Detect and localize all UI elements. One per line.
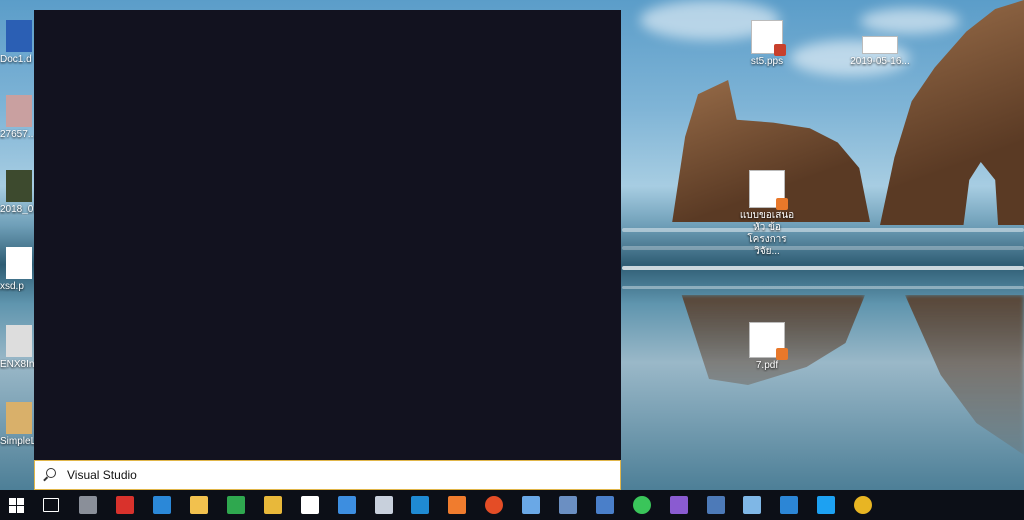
taskbar xyxy=(0,490,1024,520)
taskbar-app-12[interactable] xyxy=(476,490,513,520)
image-icon xyxy=(6,95,32,127)
taskbar-app-10[interactable] xyxy=(402,490,439,520)
desktop-icon-left-1[interactable]: 27657... xyxy=(0,95,34,140)
taskbar-app-22[interactable] xyxy=(845,490,882,520)
taskbar-app-3[interactable] xyxy=(144,490,181,520)
visual-studio-icon xyxy=(669,496,688,514)
xampp-icon xyxy=(448,496,467,514)
desktop-icon-left-0[interactable]: Doc1.d xyxy=(0,20,34,65)
taskbar-app-15[interactable] xyxy=(586,490,623,520)
desktop-icon-label: xsd.p xyxy=(0,281,24,292)
store-icon xyxy=(153,496,172,514)
installer-icon xyxy=(6,325,32,357)
powerpoint-show-icon xyxy=(751,20,786,56)
taskbar-app-5[interactable] xyxy=(218,490,255,520)
desktop-icon-left-5[interactable]: SimpleL xyxy=(0,402,34,447)
desktop-icon-7pdf[interactable]: 7.pdf xyxy=(735,322,799,372)
wave xyxy=(622,246,1024,250)
taskbar-app-21[interactable] xyxy=(808,490,845,520)
desktop-icon-left-3[interactable]: xsd.p xyxy=(0,247,34,292)
twitter-icon xyxy=(817,496,836,514)
desktop-icon-label: 27657... xyxy=(0,129,34,140)
xsd-file-icon xyxy=(6,247,32,279)
desktop-icon-label: SimpleL xyxy=(0,436,34,447)
taskbar-app-7[interactable] xyxy=(291,490,328,520)
taskbar-app-11[interactable] xyxy=(439,490,476,520)
wave xyxy=(622,228,1024,232)
taskbar-app-6[interactable] xyxy=(254,490,291,520)
badge xyxy=(776,348,788,360)
desktop-icon-thai-doc[interactable]: แบบขอเสนอหัว ข้อโครงการวิจัย... xyxy=(735,170,799,258)
start-menu-panel xyxy=(34,10,621,460)
desktop-icon-left-4[interactable]: ENX8Ins xyxy=(0,325,34,370)
app-icon xyxy=(6,402,32,434)
cloud xyxy=(860,8,960,34)
desktop-icon-label: 7.pdf xyxy=(755,360,779,371)
wave xyxy=(622,286,1024,289)
gray-app-icon xyxy=(79,496,98,514)
desktop-icon-2019[interactable]: 2019-05-16... xyxy=(848,36,912,68)
pdf-document-icon xyxy=(749,170,788,210)
start-button[interactable] xyxy=(0,490,32,520)
search-icon xyxy=(43,468,57,482)
desktop-icon-label: แบบขอเสนอหัว ข้อโครงการวิจัย... xyxy=(739,210,795,257)
document-icon xyxy=(300,496,319,514)
taskbar-app-1[interactable] xyxy=(70,490,107,520)
desktop-icon-label: 2018_01 xyxy=(0,204,34,215)
desktop-icon-left-2[interactable]: 2018_01 xyxy=(0,170,34,215)
taskbar-app-9[interactable] xyxy=(365,490,402,520)
task-view-icon xyxy=(43,498,59,512)
acrobat-icon xyxy=(116,496,135,514)
chrome-icon xyxy=(854,496,873,514)
taskbar-app-20[interactable] xyxy=(771,490,808,520)
taskbar-app-4[interactable] xyxy=(181,490,218,520)
file-icon xyxy=(862,36,898,54)
desktop-icon-label: st5.pps xyxy=(750,56,784,67)
badge xyxy=(776,198,788,210)
tool-icon xyxy=(706,496,725,514)
line-chat-icon xyxy=(632,496,651,514)
desktop-icon-label: ENX8Ins xyxy=(0,359,34,370)
desktop-icon-st5[interactable]: st5.pps xyxy=(735,20,799,68)
rock-reflection-right xyxy=(905,295,1024,455)
paint-icon xyxy=(263,496,282,514)
image-icon xyxy=(6,170,32,202)
remote-desktop-icon xyxy=(595,496,614,514)
taskbar-app-2[interactable] xyxy=(107,490,144,520)
search-input[interactable] xyxy=(65,467,589,483)
todo-check-icon xyxy=(337,496,356,514)
taskbar-app-16[interactable] xyxy=(623,490,660,520)
edge-icon xyxy=(780,496,799,514)
desktop-icon-label: Doc1.d xyxy=(0,54,32,65)
taskbar-app-8[interactable] xyxy=(328,490,365,520)
taskbar-app-18[interactable] xyxy=(697,490,734,520)
task-view-button[interactable] xyxy=(32,490,70,520)
wave xyxy=(622,266,1024,270)
badge xyxy=(774,44,786,56)
search-box[interactable] xyxy=(34,460,621,490)
taskbar-app-13[interactable] xyxy=(513,490,550,520)
laptop-icon xyxy=(522,496,541,514)
pdf-icon xyxy=(749,322,788,360)
taskbar-app-14[interactable] xyxy=(550,490,587,520)
network-icon xyxy=(559,496,578,514)
desktop-icon-label: 2019-05-16... xyxy=(850,56,910,67)
green-puzzle-icon xyxy=(227,496,245,514)
git-icon xyxy=(485,496,504,514)
vscode-icon xyxy=(411,496,430,514)
taskbar-app-17[interactable] xyxy=(660,490,697,520)
taskbar-app-19[interactable] xyxy=(734,490,771,520)
file-explorer-icon xyxy=(190,496,209,514)
word-icon xyxy=(6,20,32,52)
monitor-icon xyxy=(374,496,393,514)
notebook-icon xyxy=(743,496,762,514)
windows-logo-icon xyxy=(8,497,24,513)
